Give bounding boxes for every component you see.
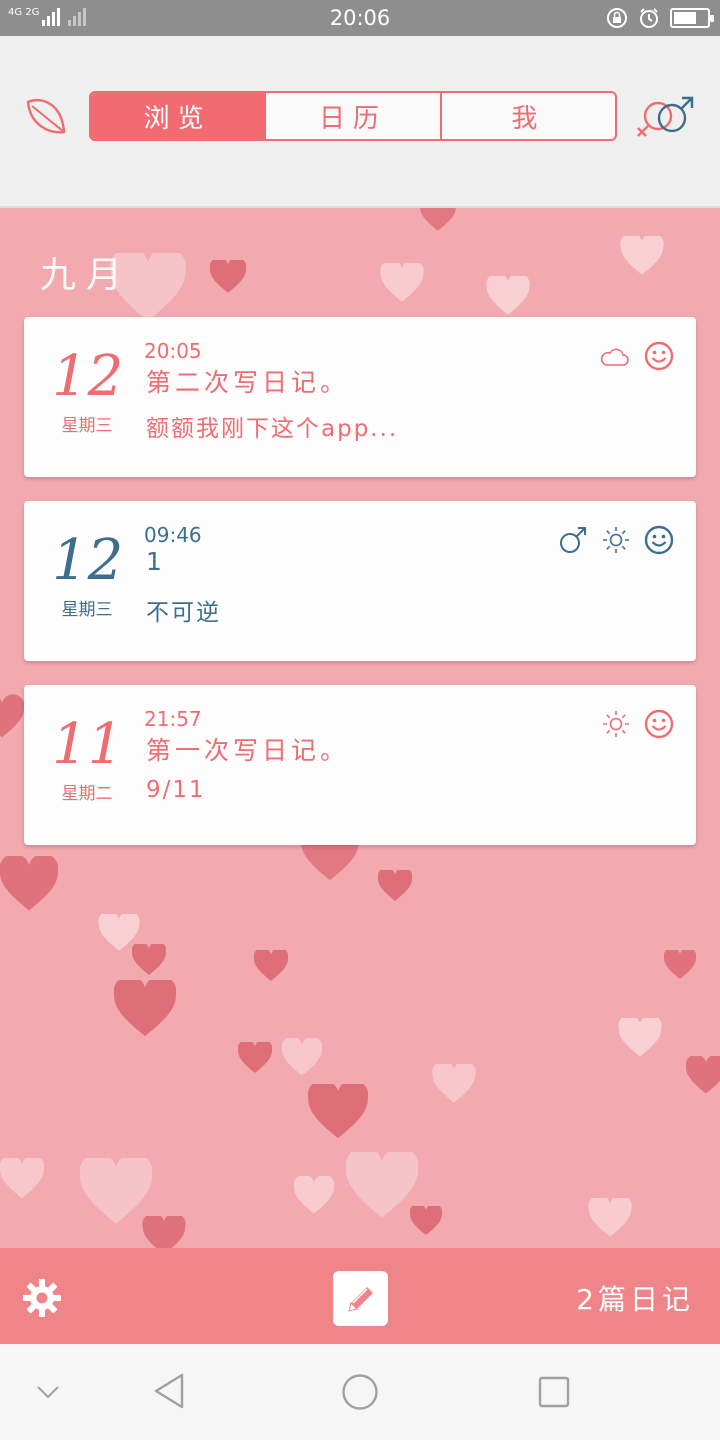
battery-icon [670, 8, 714, 28]
entry-weekday: 星期三 [61, 600, 113, 620]
rotation-lock-icon [607, 8, 627, 28]
entry-count: 2篇日记 [576, 1283, 694, 1316]
gender-switch-icon[interactable] [634, 94, 698, 142]
bottom-toolbar: 2篇日记 [0, 1248, 720, 1344]
entry-preview: 9/11 [146, 777, 206, 803]
chevron-down-icon[interactable] [36, 1384, 60, 1400]
entry-weekday: 星期二 [61, 784, 113, 804]
app-header: 浏览 日历 我 [0, 36, 720, 208]
entry-day: 12 [52, 528, 124, 593]
entry-day: 11 [52, 712, 124, 777]
entry-weekday: 星期三 [61, 416, 113, 436]
diary-entry-card[interactable]: 12 星期三 20:05 第二次写日记。 额额我刚下这个app... [24, 317, 696, 477]
tab-browse[interactable]: 浏览 [91, 93, 265, 139]
entry-time: 20:05 [144, 339, 202, 363]
recents-icon[interactable] [538, 1376, 570, 1408]
tab-calendar[interactable]: 日历 [264, 93, 439, 139]
smile-icon [644, 341, 674, 371]
cloud-icon [600, 348, 629, 366]
sun-icon [603, 711, 629, 737]
smile-icon [644, 525, 674, 555]
leaf-icon[interactable] [24, 94, 68, 138]
diary-entry-card[interactable]: 12 星期三 09:46 1 不可逆 [24, 501, 696, 661]
status-bar: 4G 2G 20:06 [0, 0, 720, 36]
tab-me[interactable]: 我 [439, 93, 615, 139]
compose-button[interactable] [333, 1271, 388, 1326]
male-icon [560, 527, 586, 553]
entry-preview: 不可逆 [146, 600, 221, 626]
sun-icon [603, 527, 629, 553]
pencil-icon [347, 1286, 373, 1312]
entry-time: 09:46 [144, 523, 202, 547]
diary-entry-card[interactable]: 11 星期二 21:57 第一次写日记。 9/11 [24, 685, 696, 845]
tab-bar: 浏览 日历 我 [89, 91, 617, 141]
entry-title: 1 [146, 547, 166, 576]
entry-preview: 额额我刚下这个app... [146, 416, 399, 442]
entry-time: 21:57 [144, 707, 202, 731]
system-nav-bar [0, 1344, 720, 1440]
entry-day: 12 [52, 344, 124, 409]
home-icon[interactable] [341, 1373, 379, 1411]
entry-title: 第二次写日记。 [146, 368, 350, 397]
month-header: 九月 [40, 255, 133, 296]
entry-title: 第一次写日记。 [146, 736, 350, 765]
back-icon[interactable] [152, 1372, 186, 1410]
smile-icon [644, 709, 674, 739]
gear-icon[interactable] [22, 1278, 62, 1318]
alarm-icon [640, 8, 658, 28]
